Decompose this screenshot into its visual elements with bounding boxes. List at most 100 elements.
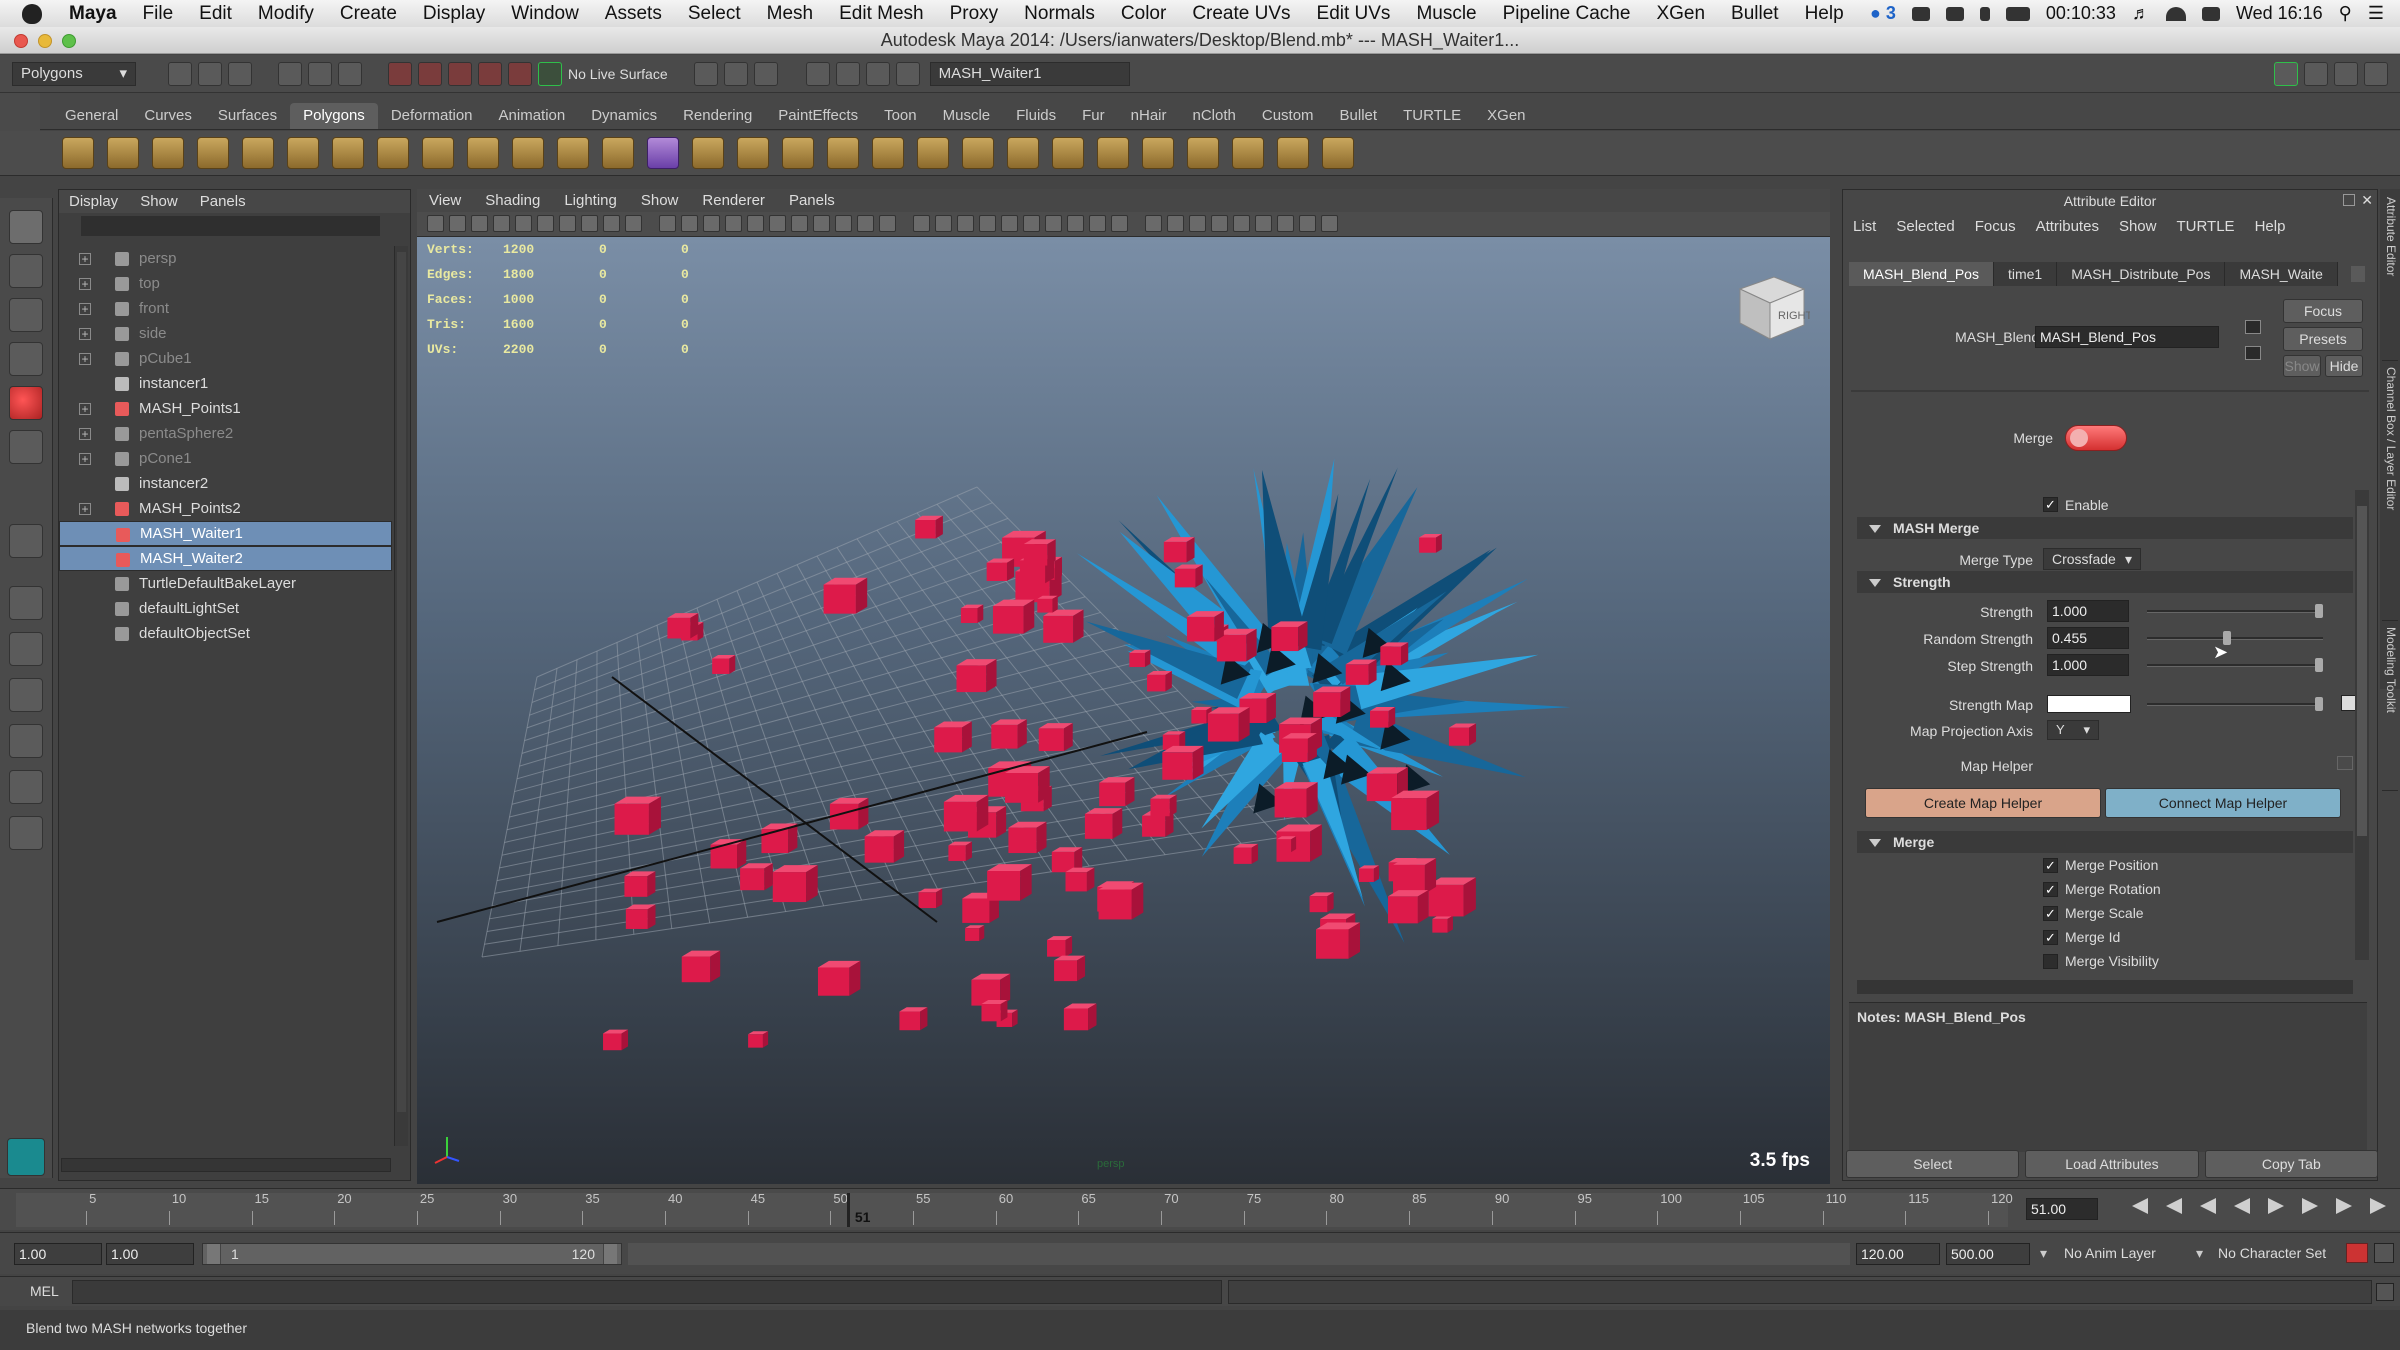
range-end-handle[interactable] [603, 1244, 617, 1264]
ipr-render-icon[interactable] [835, 61, 860, 86]
viewport-tool-icon[interactable] [935, 215, 952, 232]
snap-plane-icon[interactable] [478, 61, 502, 86]
show-button[interactable]: Show [2283, 355, 2321, 377]
side-tab-modeling-toolkit[interactable]: Modeling Toolkit [2382, 627, 2398, 791]
toggle-channel-box-icon[interactable] [2334, 62, 2358, 86]
outliner-item-mash-points1[interactable]: + MASH_Points1 [59, 396, 392, 421]
persp-outliner-layout-icon[interactable] [9, 678, 43, 712]
side-tab-channel-box-layer-editor[interactable]: Channel Box / Layer Editor [2382, 367, 2398, 621]
viewport-tool-icon[interactable] [1255, 215, 1272, 232]
checkbox-merge-rotation[interactable]: ✓ [2043, 882, 2058, 897]
ae-tab-mash-waite[interactable]: MASH_Waite [2225, 262, 2338, 286]
scrollbar-thumb[interactable] [2357, 506, 2367, 836]
notification-icon[interactable]: ☰ [2368, 3, 2384, 24]
shelf-tab-painteffects[interactable]: PaintEffects [765, 103, 871, 129]
ae-tab-time1[interactable]: time1 [1993, 262, 2058, 286]
viewport-tool-icon[interactable] [1233, 215, 1250, 232]
split-polygon-icon[interactable] [1232, 137, 1264, 169]
expand-plus-icon[interactable]: + [79, 328, 91, 340]
outliner-menu-panels[interactable]: Panels [200, 193, 246, 213]
viewport-tool-icon[interactable] [1211, 215, 1228, 232]
toggle-tool-settings-icon[interactable] [2304, 62, 2328, 86]
poly-plane-icon[interactable] [242, 137, 274, 169]
strength-slider[interactable] [2147, 604, 2323, 618]
outliner-scrollbar[interactable] [394, 246, 408, 1146]
map-projection-axis-dropdown[interactable]: Y ▾ [2047, 720, 2099, 740]
viewport-tool-icon[interactable] [703, 215, 720, 232]
menu-muscle[interactable]: Muscle [1403, 3, 1489, 25]
shelf-tab-curves[interactable]: Curves [131, 103, 205, 129]
shelf-tab-deformation[interactable]: Deformation [378, 103, 486, 129]
menu-display[interactable]: Display [410, 3, 498, 25]
shelf-tab-rendering[interactable]: Rendering [670, 103, 765, 129]
extract-icon[interactable] [737, 137, 769, 169]
poly-sphere-icon[interactable] [62, 137, 94, 169]
creative-cloud-icon[interactable]: ● 3 [1870, 3, 1896, 24]
playback-end-field[interactable]: 120.00 [1856, 1243, 1940, 1265]
snap-grid-icon[interactable] [388, 61, 412, 86]
viewport-tool-icon[interactable] [681, 215, 698, 232]
shelf-tab-surfaces[interactable]: Surfaces [205, 103, 290, 129]
snap-surface-icon[interactable] [508, 61, 532, 86]
open-scene-icon[interactable] [198, 61, 222, 86]
viewcube[interactable]: RIGHT [1730, 263, 1813, 343]
strength-map-slider[interactable] [2147, 697, 2323, 711]
ae-menu-selected[interactable]: Selected [1896, 218, 1954, 240]
poly-pipe-icon[interactable] [377, 137, 409, 169]
poly-platonic-icon[interactable] [557, 137, 589, 169]
viewport-menu-lighting[interactable]: Lighting [564, 192, 617, 212]
copy-tab-button[interactable]: Copy Tab [2204, 1150, 2378, 1178]
poly-pyramid-icon[interactable] [332, 137, 364, 169]
save-scene-icon[interactable] [228, 61, 252, 86]
menu-assets[interactable]: Assets [592, 3, 675, 25]
hide-button[interactable]: Hide [2325, 355, 2363, 377]
viewport-tool-icon[interactable] [1001, 215, 1018, 232]
close-window-button[interactable] [14, 34, 28, 48]
section-merge[interactable]: Merge [1857, 831, 2353, 853]
single-perspective-layout-icon[interactable] [9, 586, 43, 620]
viewport-tool-icon[interactable] [725, 215, 742, 232]
minimize-window-button[interactable] [38, 34, 52, 48]
construction-icon[interactable] [723, 61, 748, 86]
attribute-scrollbar[interactable] [2355, 490, 2369, 960]
menu-set-dropdown[interactable]: Polygons ▾ [12, 61, 136, 86]
render-view-icon[interactable] [805, 61, 830, 86]
menu-normals[interactable]: Normals [1011, 3, 1108, 25]
lasso-tool-icon[interactable] [9, 254, 43, 288]
section-strength[interactable]: Strength [1857, 571, 2353, 593]
strength-map-swatch[interactable] [2047, 695, 2131, 713]
snap-point-icon[interactable] [448, 61, 472, 86]
viewport-tool-icon[interactable] [449, 215, 466, 232]
outliner-menu-display[interactable]: Display [69, 193, 118, 213]
outliner-item-top[interactable]: + top [59, 271, 392, 296]
viewport-tool-icon[interactable] [913, 215, 930, 232]
bridge-icon[interactable] [1322, 137, 1354, 169]
last-tool-icon[interactable] [9, 524, 43, 558]
outliner-hscrollbar[interactable] [61, 1158, 391, 1172]
outliner-item-front[interactable]: + front [59, 296, 392, 321]
viewport-tool-icon[interactable] [1045, 215, 1062, 232]
section-mash-merge[interactable]: MASH Merge [1857, 517, 2353, 539]
boolean-difference-icon[interactable] [827, 137, 859, 169]
shelf-tab-animation[interactable]: Animation [486, 103, 579, 129]
map-helper-link-icon[interactable] [2337, 756, 2353, 770]
menu-edit-mesh[interactable]: Edit Mesh [826, 3, 936, 25]
mash-create-icon[interactable] [602, 137, 634, 169]
viewport-menu-panels[interactable]: Panels [789, 192, 835, 212]
start-time-field[interactable]: 1.00 [14, 1243, 102, 1265]
outliner-item-mash-waiter1[interactable]: MASH_Waiter1 [59, 521, 392, 546]
enable-checkbox[interactable]: ✓ [2043, 497, 2058, 512]
expand-plus-icon[interactable]: + [79, 403, 91, 415]
rotate-tool-icon[interactable] [9, 386, 43, 420]
poly-cylinder-icon[interactable] [152, 137, 184, 169]
shelf-tab-general[interactable]: General [52, 103, 131, 129]
boolean-intersect-icon[interactable] [872, 137, 904, 169]
random-strength-field[interactable]: 0.455 [2047, 627, 2129, 649]
script-editor-icon[interactable] [2376, 1283, 2394, 1301]
shelf-tab-fur[interactable]: Fur [1069, 103, 1118, 129]
viewport-tool-icon[interactable] [769, 215, 786, 232]
step-back-key-icon[interactable] [2166, 1198, 2182, 1214]
menu-edit[interactable]: Edit [186, 3, 245, 25]
menu-bullet[interactable]: Bullet [1718, 3, 1792, 25]
shelf-tab-toon[interactable]: Toon [871, 103, 930, 129]
